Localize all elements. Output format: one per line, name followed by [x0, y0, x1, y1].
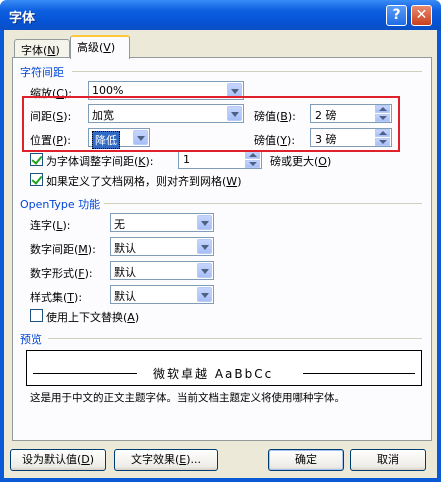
number-forms-combo[interactable]: 默认 — [110, 261, 214, 280]
preview-baseline-left — [33, 373, 137, 374]
number-spacing-combo[interactable]: 默认 — [110, 237, 214, 256]
dialog-client-area: 字体(N) 高级(V) 字符间距 缩放(C): 100% 间距(S): 加宽 磅… — [4, 30, 437, 478]
stylistic-sets-value: 默认 — [114, 290, 136, 303]
set-default-label: 设为默认值 — [21, 453, 77, 466]
help-button[interactable]: ? — [386, 5, 407, 26]
highlight-box — [22, 96, 400, 152]
char-spacing-divider — [72, 71, 422, 72]
number-forms-label-text: 数字形式 — [30, 267, 74, 280]
chevron-down-icon[interactable] — [197, 263, 212, 278]
preview-sample-text: 微软卓越 AaBbCc — [153, 367, 274, 381]
set-default-button[interactable]: 设为默认值(D) — [10, 449, 106, 471]
close-button[interactable]: ✕ — [411, 5, 432, 26]
window-title: 字体 — [9, 11, 36, 26]
text-effects-ellipsis: ... — [190, 453, 202, 466]
number-forms-label: 数字形式(F): — [30, 267, 93, 280]
kerning-spinner[interactable]: 1 — [178, 150, 262, 169]
kerning-value: 1 — [183, 153, 190, 166]
kerning-label-text: 为字体调整字间距 — [46, 155, 134, 168]
tab-advanced-label: 高级 — [77, 41, 99, 54]
chevron-down-icon[interactable] — [197, 239, 212, 254]
snap-grid-label[interactable]: 如果定义了文档网格，则对齐到网格(W) — [46, 173, 241, 189]
text-effects-label: 文字效果 — [130, 453, 175, 466]
tab-advanced[interactable]: 高级(V) — [70, 35, 130, 59]
ligatures-value: 无 — [114, 218, 125, 231]
number-spacing-label-text: 数字间距 — [30, 243, 74, 256]
preview-box: 微软卓越 AaBbCc — [26, 350, 422, 386]
snap-grid-label-text: 如果定义了文档网格，则对齐到网格 — [46, 175, 222, 188]
number-spacing-key: M — [78, 243, 88, 256]
tab-font[interactable]: 字体(N) — [14, 39, 70, 58]
contextual-alternates-checkbox[interactable] — [30, 309, 43, 322]
stylistic-sets-label-text: 样式集 — [30, 291, 63, 304]
ligatures-label: 连字(L): — [30, 219, 71, 232]
contextual-alternates-label-text: 使用上下文替换 — [46, 311, 123, 324]
spin-down-icon[interactable] — [245, 160, 260, 168]
contextual-alternates-key: A — [127, 311, 135, 324]
ok-button[interactable]: 确定 — [268, 449, 344, 471]
char-spacing-group-label: 字符间距 — [20, 66, 64, 79]
number-spacing-value: 默认 — [114, 242, 136, 255]
tab-advanced-key: V — [103, 41, 111, 54]
stylistic-sets-combo[interactable]: 默认 — [110, 285, 214, 304]
set-default-key: D — [81, 453, 90, 466]
ligatures-combo[interactable]: 无 — [110, 213, 214, 232]
preview-description: 这是用于中文的正文主题字体。当前文档主题定义将使用哪种字体。 — [30, 392, 345, 404]
snap-grid-key: W — [226, 175, 238, 188]
tab-font-label: 字体 — [21, 44, 43, 57]
contextual-alternates-label[interactable]: 使用上下文替换(A) — [46, 309, 139, 325]
preview-divider — [48, 338, 422, 339]
preview-baseline-right — [303, 373, 415, 374]
stylistic-sets-key: T — [67, 291, 75, 304]
stylistic-sets-label: 样式集(T): — [30, 291, 83, 304]
ligatures-label-text: 连字 — [30, 219, 52, 232]
opentype-divider — [104, 203, 422, 204]
opentype-group-label: OpenType 功能 — [20, 198, 101, 211]
kerning-suffix-key: O — [318, 155, 327, 168]
number-spacing-label: 数字间距(M): — [30, 243, 96, 256]
kerning-label[interactable]: 为字体调整字间距(K): — [46, 153, 154, 169]
text-effects-key: E — [179, 453, 187, 466]
kerning-suffix-text: 磅或更大 — [270, 155, 314, 168]
tab-font-key: N — [47, 44, 56, 57]
kerning-suffix: 磅或更大(O) — [270, 155, 332, 168]
close-icon: ✕ — [415, 7, 428, 23]
title-bar[interactable]: 字体 ? ✕ — [0, 0, 441, 30]
kerning-key: K — [138, 155, 146, 168]
font-dialog-window: 字体 ? ✕ 字体(N) 高级(V) 字符间距 缩放(C): 100% 间距(S… — [0, 0, 441, 482]
spin-up-icon[interactable] — [245, 151, 260, 159]
cancel-button[interactable]: 取消 — [350, 449, 426, 471]
chevron-down-icon[interactable] — [197, 287, 212, 302]
ligatures-key: L — [56, 219, 63, 232]
help-icon: ? — [392, 7, 401, 23]
chevron-down-icon[interactable] — [197, 215, 212, 230]
kerning-checkbox[interactable] — [30, 153, 43, 166]
number-forms-key: F — [78, 267, 85, 280]
number-forms-value: 默认 — [114, 266, 136, 279]
text-effects-button[interactable]: 文字效果(E)... — [114, 449, 218, 471]
preview-group-label: 预览 — [20, 333, 42, 346]
snap-grid-checkbox[interactable] — [30, 173, 43, 186]
